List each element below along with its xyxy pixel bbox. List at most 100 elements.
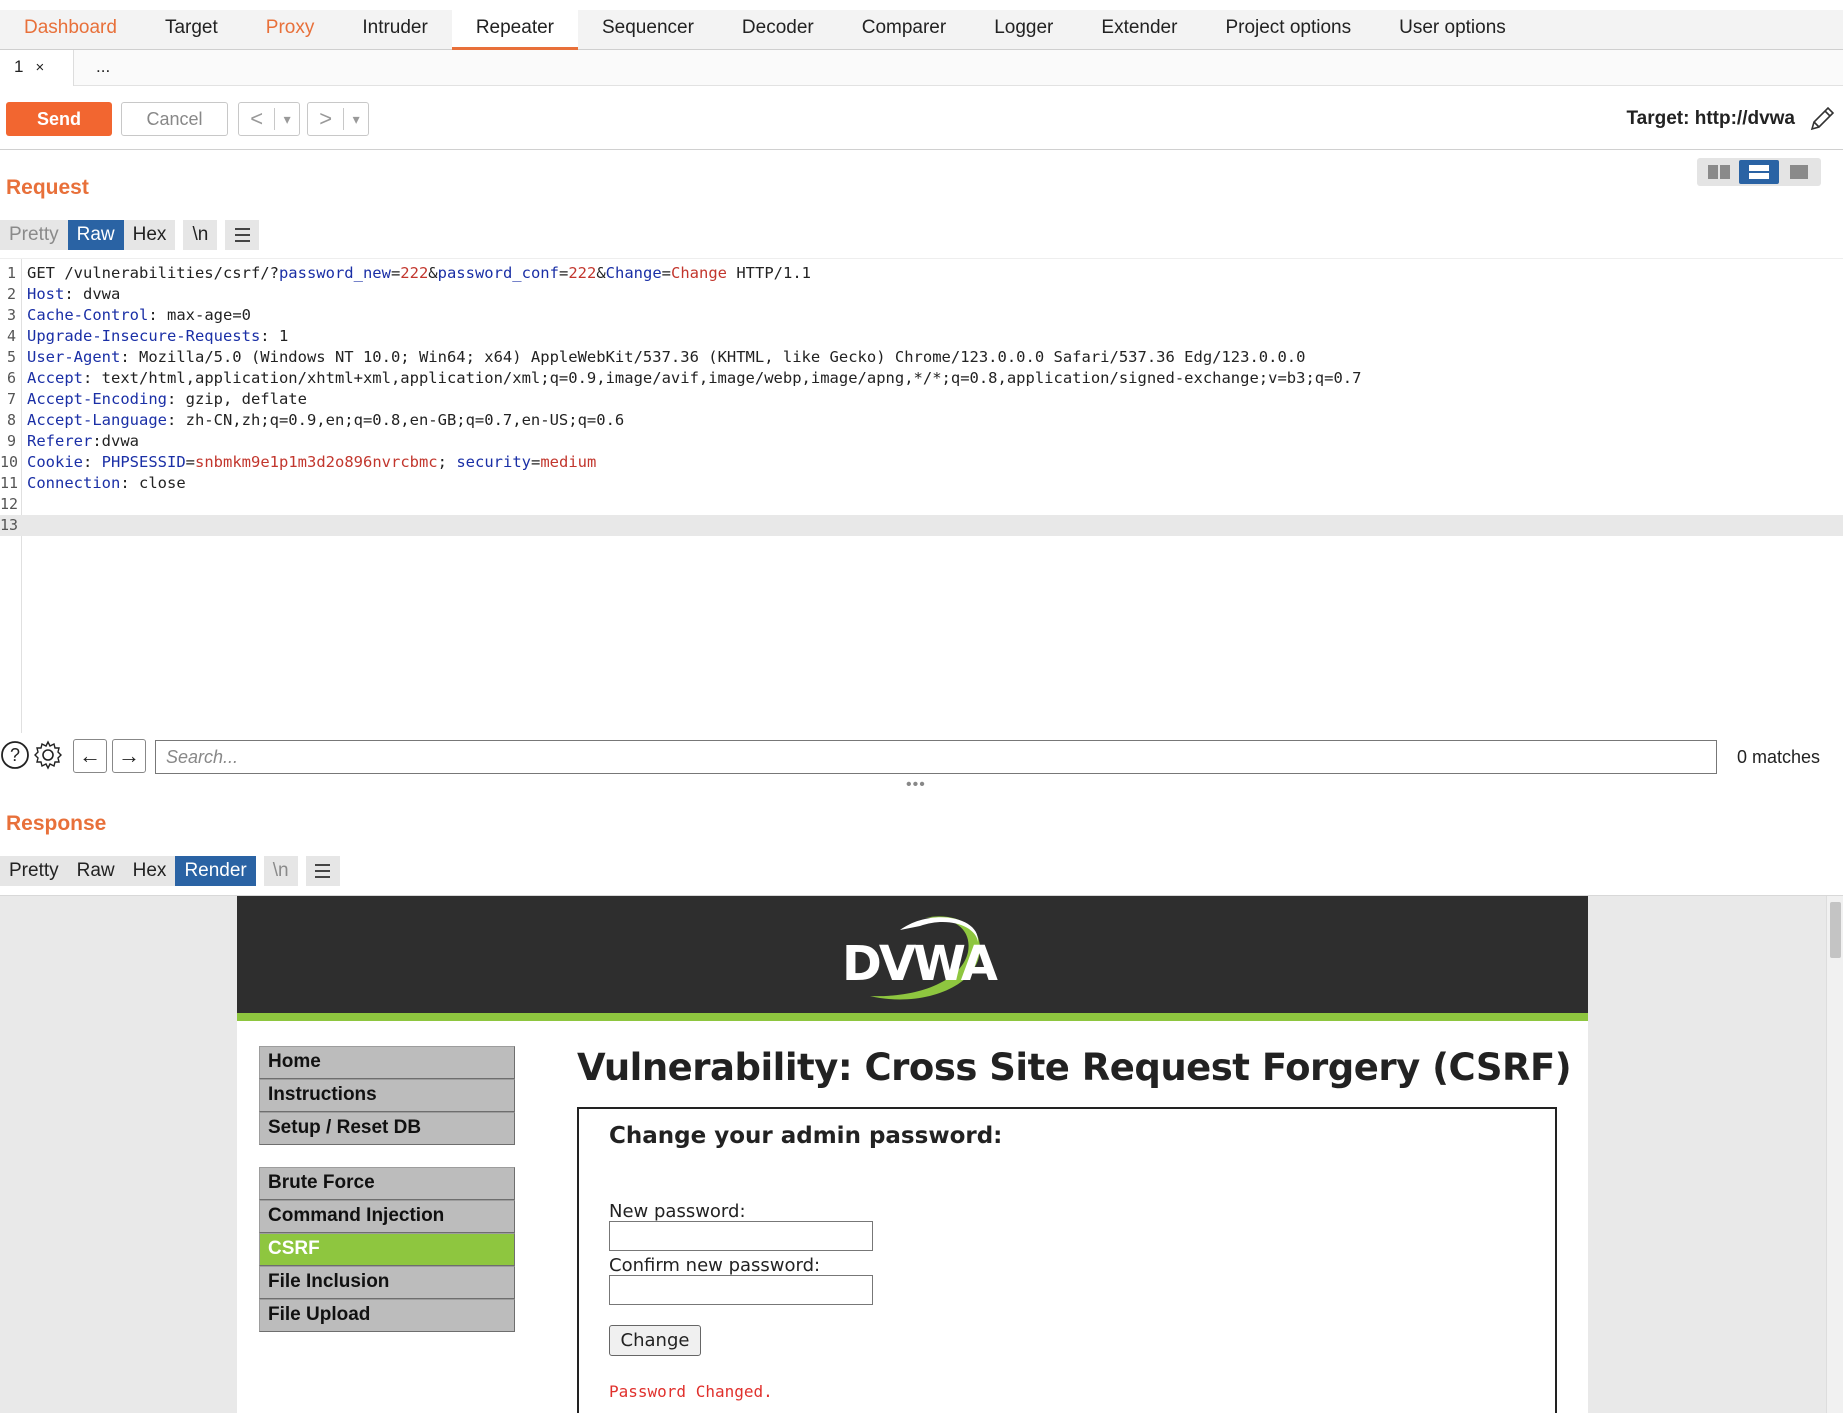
line-code: Host: dvwa: [27, 284, 120, 305]
dvwa-menu-home[interactable]: Home: [259, 1046, 515, 1079]
line-number: 2: [6, 285, 16, 303]
code-text: : Mozilla/5.0 (Windows NT 10.0; Win64; x…: [120, 348, 1306, 366]
pencil-edit-icon[interactable]: [1807, 104, 1837, 134]
new-tab-button[interactable]: ...: [74, 50, 124, 86]
tab-decoder[interactable]: Decoder: [718, 10, 838, 50]
request-format-nnewline-toggle[interactable]: \n: [183, 220, 218, 250]
tab-dashboard[interactable]: Dashboard: [0, 10, 141, 50]
tab-logger[interactable]: Logger: [970, 10, 1077, 50]
close-icon[interactable]: ×: [35, 59, 44, 76]
request-editor[interactable]: 1 GET /vulnerabilities/csrf/?password_new…: [0, 258, 1843, 733]
layout-tabs-button[interactable]: [1779, 160, 1819, 184]
code-text: &: [428, 264, 438, 282]
code-text: :dvwa: [92, 432, 139, 450]
dvwa-menu-setup-reset-db[interactable]: Setup / Reset DB: [259, 1112, 515, 1145]
header-key: security: [456, 453, 531, 471]
tab-intruder[interactable]: Intruder: [338, 10, 451, 50]
next-match-button[interactable]: →: [112, 739, 146, 773]
previous-match-button[interactable]: ←: [73, 739, 107, 773]
tab-repeater[interactable]: Repeater: [451, 10, 578, 50]
single-pane-icon: [1790, 165, 1808, 179]
line-code: Connection: close: [27, 473, 186, 494]
header-key: Change: [605, 264, 662, 282]
tab-proxy[interactable]: Proxy: [242, 10, 339, 50]
request-line: 5 User-Agent: Mozilla/5.0 (Windows NT 10.…: [0, 347, 1843, 368]
change-button[interactable]: Change: [609, 1325, 701, 1356]
tab-target[interactable]: Target: [141, 10, 242, 50]
confirm-password-field[interactable]: [609, 1275, 873, 1305]
render-scrollbar[interactable]: [1826, 896, 1843, 1413]
dvwa-menu-command-injection[interactable]: Command Injection: [259, 1200, 515, 1233]
repeater-tab-label: 1: [14, 57, 24, 76]
line-number: 3: [6, 306, 16, 324]
line-code: Accept-Encoding: gzip, deflate: [27, 389, 307, 410]
form-heading: Change your admin password:: [609, 1123, 1003, 1149]
hamburger-menu-icon[interactable]: [305, 856, 340, 886]
dvwa-menu-file-inclusion[interactable]: File Inclusion: [259, 1266, 515, 1299]
param-value: snbmkm9e1p1m3d2o896nvrcbmc: [195, 453, 438, 471]
search-input[interactable]: [155, 740, 1717, 774]
new-password-field[interactable]: [609, 1221, 873, 1251]
tab-user-options[interactable]: User options: [1375, 10, 1530, 50]
tab-project-options[interactable]: Project options: [1201, 10, 1375, 50]
header-key: PHPSESSID: [101, 453, 186, 471]
header-key: Connection: [27, 474, 121, 492]
header-key: Cookie: [27, 453, 83, 471]
response-format-nnewline-toggle[interactable]: \n: [263, 856, 298, 886]
help-icon[interactable]: ?: [0, 740, 30, 770]
status-message: Password Changed.: [609, 1382, 773, 1401]
hamburger-menu-icon[interactable]: [225, 220, 260, 250]
request-line: 10 Cookie: PHPSESSID=snbmkm9e1p1m3d2o896n…: [0, 452, 1843, 473]
scrollbar-thumb[interactable]: [1830, 902, 1841, 958]
code-text: : 1: [260, 327, 289, 345]
arrow-right-icon: →: [118, 743, 140, 768]
code-text: :: [83, 453, 102, 471]
header-key: Host: [27, 285, 65, 303]
layout-stacked-button[interactable]: [1739, 160, 1779, 184]
dvwa-menu-csrf[interactable]: CSRF: [259, 1233, 515, 1266]
chevron-down-icon[interactable]: ▾: [275, 111, 299, 128]
param-value: 222: [400, 264, 429, 282]
rows-icon: [1749, 165, 1769, 179]
dvwa-page: DVWA Home Instructions Setup / Reset DB Bru…: [237, 896, 1588, 1413]
history-forward-button[interactable]: > ▾: [307, 102, 369, 136]
dvwa-menu-file-upload[interactable]: File Upload: [259, 1299, 515, 1332]
tab-sequencer[interactable]: Sequencer: [578, 10, 718, 50]
request-format-pretty-button[interactable]: Pretty: [0, 220, 68, 250]
chevron-down-icon[interactable]: ▾: [344, 111, 368, 128]
line-number: 7: [6, 390, 16, 408]
response-format-hex-button[interactable]: Hex: [123, 856, 176, 886]
cancel-button[interactable]: Cancel: [121, 102, 228, 136]
dvwa-menu-instructions[interactable]: Instructions: [259, 1079, 515, 1112]
history-back-button[interactable]: < ▾: [238, 102, 300, 136]
layout-side-by-side-button[interactable]: [1699, 160, 1739, 184]
code-text: ;: [437, 453, 457, 471]
header-key: Accept-Encoding: [27, 390, 167, 408]
code-text: : text/html,application/xhtml+xml,applic…: [83, 369, 1362, 387]
gear-icon[interactable]: [33, 740, 63, 770]
line-code: Upgrade-Insecure-Requests: 1: [27, 326, 288, 347]
request-line: 8 Accept-Language: zh-CN,zh;q=0.9,en;q=0.…: [0, 410, 1843, 431]
code-text: : dvwa: [64, 285, 121, 303]
dvwa-logo: DVWA: [830, 908, 1000, 1008]
response-format-raw-button[interactable]: Raw: [67, 856, 124, 886]
send-button[interactable]: Send: [6, 102, 112, 136]
response-title: Response: [6, 812, 107, 835]
tab-extender[interactable]: Extender: [1077, 10, 1201, 50]
response-format-render-button[interactable]: Render: [175, 856, 256, 886]
dvwa-menu-brute-force[interactable]: Brute Force: [259, 1167, 515, 1200]
line-number: 10: [0, 453, 19, 471]
arrow-left-icon: ←: [79, 743, 101, 768]
repeater-tab-1[interactable]: 1 ×: [0, 50, 74, 86]
line-code: Accept: text/html,application/xhtml+xml,…: [27, 368, 1361, 389]
match-count: 0 matches: [1737, 747, 1821, 767]
pane-splitter-handle[interactable]: •••: [906, 776, 926, 794]
request-format-raw-button[interactable]: Raw: [67, 220, 124, 250]
request-line: 12: [0, 494, 1843, 515]
request-format-hex-button[interactable]: Hex: [123, 220, 176, 250]
response-format-pretty-button[interactable]: Pretty: [0, 856, 68, 886]
code-text: &: [596, 264, 606, 282]
line-code: GET /vulnerabilities/csrf/?password_new=…: [27, 263, 811, 284]
line-number: 9: [6, 432, 16, 450]
tab-comparer[interactable]: Comparer: [838, 10, 970, 50]
